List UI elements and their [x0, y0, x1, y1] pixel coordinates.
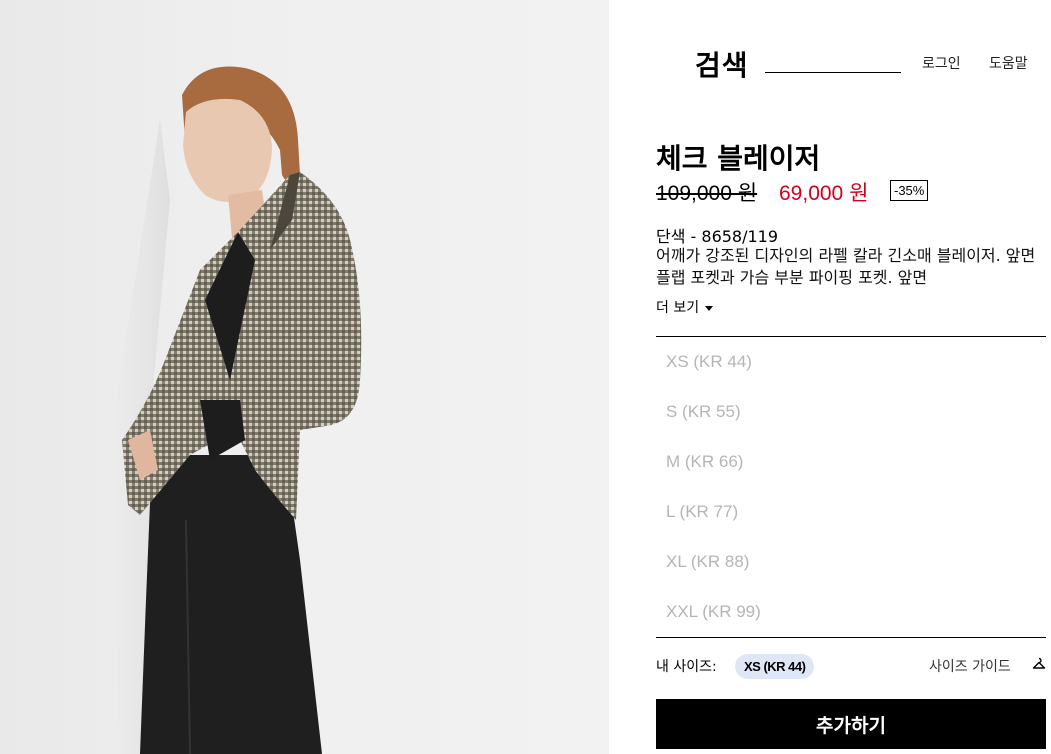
size-option-xs[interactable]: XS (KR 44)	[656, 337, 1046, 387]
caret-down-icon	[705, 305, 714, 311]
hanger-icon[interactable]	[1032, 657, 1046, 671]
size-option-l[interactable]: L (KR 77)	[656, 487, 1046, 537]
add-to-cart-button[interactable]: 추가하기	[656, 699, 1046, 749]
size-guide-link[interactable]: 사이즈 가이드	[929, 656, 1011, 676]
site-header: 검색 로그인 도움말	[609, 0, 1051, 110]
size-option-xl[interactable]: XL (KR 88)	[656, 537, 1046, 587]
help-link[interactable]: 도움말	[989, 53, 1028, 73]
search-label[interactable]: 검색	[695, 44, 749, 84]
show-more-label: 더 보기	[656, 300, 700, 316]
login-link[interactable]: 로그인	[922, 53, 961, 73]
sale-price: 69,000 원	[779, 182, 869, 205]
size-option-xxl[interactable]: XXL (KR 99)	[656, 587, 1046, 637]
product-title: 체크 블레이저	[656, 142, 821, 175]
model-illustration	[110, 66, 362, 754]
size-selector: XS (KR 44) S (KR 55) M (KR 66) L (KR 77)…	[656, 337, 1046, 637]
my-size-badge[interactable]: XS (KR 44)	[735, 654, 815, 679]
product-description: 어깨가 강조된 디자인의 라펠 칼라 긴소매 블레이저. 앞면 플랩 포켓과 가…	[656, 246, 1036, 287]
size-option-m[interactable]: M (KR 66)	[656, 437, 1046, 487]
my-size-label: 내 사이즈:	[656, 659, 717, 675]
size-option-s[interactable]: S (KR 55)	[656, 387, 1046, 437]
show-more-link[interactable]: 더 보기	[656, 297, 714, 317]
color-reference: 단색 - 8658/119	[656, 227, 779, 246]
product-photo	[0, 0, 609, 754]
divider	[656, 637, 1046, 638]
original-price: 109,000 원	[656, 182, 758, 205]
search-input[interactable]	[765, 50, 901, 73]
discount-badge: -35%	[890, 180, 929, 201]
